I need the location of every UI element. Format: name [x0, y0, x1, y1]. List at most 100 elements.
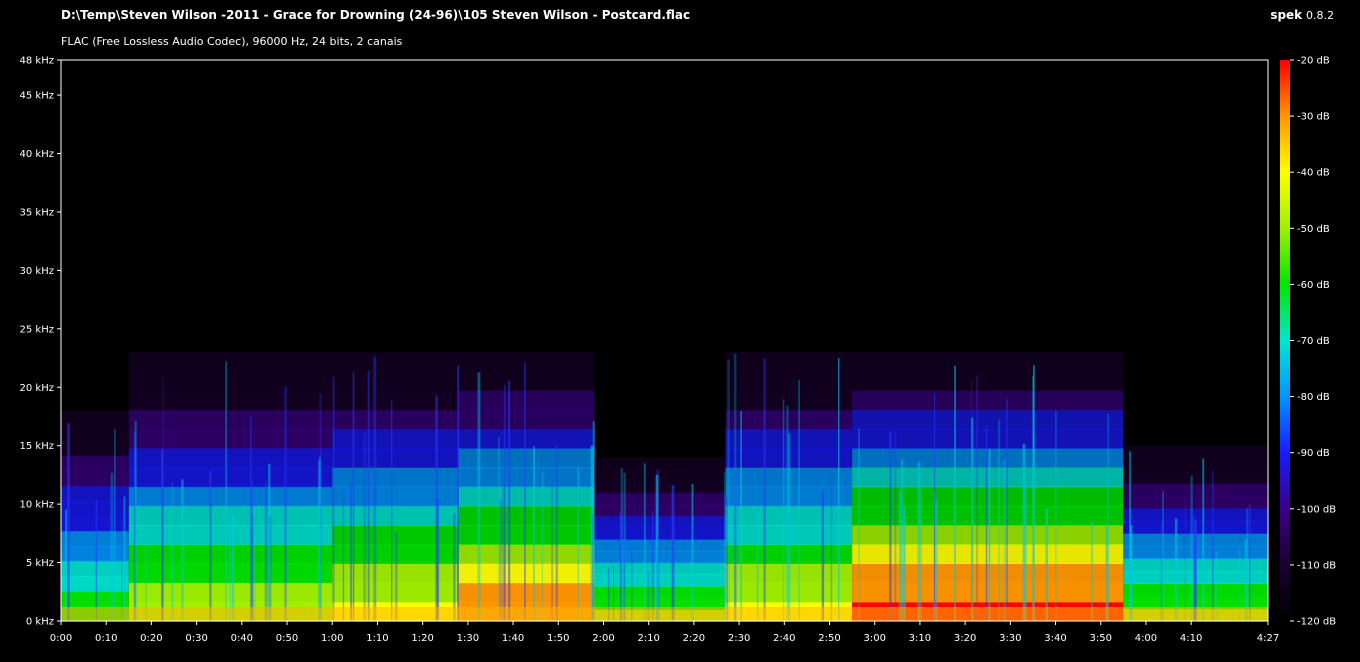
spectrogram-band: [128, 409, 333, 430]
x-tick-label: 1:40: [502, 633, 524, 644]
spectrogram-band: [61, 410, 129, 427]
spectrogram-streak: [985, 426, 988, 621]
spectrogram-band: [852, 409, 1124, 430]
spectrogram-streak: [1107, 413, 1109, 621]
spectrogram-streak: [1024, 486, 1028, 621]
y-tick-label: 20 kHz: [20, 383, 54, 394]
spectrogram-streak: [555, 445, 558, 621]
spectrogram-band: [594, 492, 726, 505]
x-tick-label: 1:30: [457, 633, 479, 644]
spectrogram-streak: [110, 473, 114, 621]
spectrogram-streak: [268, 516, 272, 621]
spectrogram-band: [852, 467, 1124, 488]
spectrogram-streak: [350, 483, 352, 621]
spectrogram-streak: [1193, 516, 1196, 621]
x-tick-label: 3:50: [1090, 633, 1112, 644]
spectrogram-streak: [508, 380, 511, 621]
spectrogram-streak: [671, 485, 675, 621]
spectrogram-streak: [1129, 451, 1131, 621]
spectrogram-streak: [1033, 365, 1035, 621]
spectrogram-streak: [181, 479, 184, 621]
spectrogram-streak: [1162, 491, 1164, 621]
spectrogram-streak: [1249, 504, 1251, 621]
spectrogram-band: [852, 486, 1124, 507]
spectrogram-streak: [435, 395, 438, 621]
spectrogram-streak: [123, 496, 126, 621]
spectrogram-band: [1123, 445, 1268, 459]
spectrogram-streak: [917, 462, 921, 621]
y-tick-label: 40 kHz: [20, 149, 54, 160]
spectrogram-streak: [821, 490, 825, 621]
x-tick-label: 1:00: [321, 633, 343, 644]
spectrogram-band: [594, 539, 726, 552]
colorbar-tick-label: -50 dB: [1297, 224, 1330, 235]
spectrogram-band: [852, 505, 1124, 526]
y-tick-label: 5 kHz: [26, 558, 54, 569]
spectrogram-streak: [954, 365, 956, 621]
spectrogram-streak: [171, 482, 173, 621]
x-tick-label: 4:27: [1257, 633, 1279, 644]
spectrogram-streak: [935, 499, 938, 621]
spectrogram-streak: [1055, 410, 1057, 621]
spectrogram-band: [852, 525, 1124, 545]
spectrogram-streak: [976, 374, 978, 621]
spectrogram-band: [594, 469, 726, 482]
spectrogram-streak: [740, 411, 742, 621]
spectrogram-streak: [1006, 398, 1008, 621]
x-tick-label: 4:00: [1135, 633, 1157, 644]
spectrogram-streak: [121, 520, 123, 621]
spectrogram-streak: [95, 499, 98, 621]
x-tick-label: 0:50: [276, 633, 298, 644]
spectrogram-band: [594, 457, 726, 470]
spectrogram-streak: [317, 460, 321, 621]
spectrogram-band: [594, 480, 726, 494]
x-tick-label: 0:20: [140, 633, 162, 644]
y-tick-label: 0 kHz: [26, 617, 54, 628]
spectrogram-streak: [373, 356, 377, 621]
spectrogram-streak: [391, 400, 393, 621]
y-tick-label: 45 kHz: [20, 91, 54, 102]
low-frequency-band: [61, 606, 1268, 621]
spectrogram-band: [128, 390, 333, 411]
spectrogram-band: [61, 575, 129, 592]
spectrogram-streak: [284, 386, 287, 621]
spectrogram-band: [594, 550, 726, 564]
colorbar-tick-label: -20 dB: [1297, 56, 1330, 67]
spectrogram-streak: [889, 431, 892, 621]
spectrogram-streak: [787, 433, 791, 621]
x-tick-label: 1:20: [411, 633, 433, 644]
spectrogram-streak: [65, 509, 67, 621]
spectrogram-band: [332, 371, 459, 392]
spectrogram-streak: [251, 514, 254, 621]
x-tick-label: 1:10: [366, 633, 388, 644]
spectrogram-band: [332, 352, 459, 372]
spectrogram-streak: [920, 489, 922, 621]
spectrogram-band: [852, 448, 1124, 468]
spectrogram-band: [852, 352, 1124, 372]
spectrogram-band: [332, 448, 459, 468]
x-tick-label: 3:40: [1044, 633, 1066, 644]
spectrogram-streak: [342, 490, 345, 621]
spectrogram-band: [61, 455, 129, 472]
spectrogram-streak: [161, 449, 164, 621]
spectrogram-streak: [1184, 500, 1186, 621]
spectrogram-band: [725, 409, 853, 430]
colorbar-tick-label: -100 dB: [1297, 504, 1336, 515]
spectrogram-streak: [232, 514, 235, 621]
spectrogram-streak: [782, 399, 785, 621]
spectrogram-streak: [798, 380, 800, 621]
spectrogram-streak: [363, 432, 367, 621]
spectrogram-band: [61, 530, 129, 547]
spectrogram-band: [332, 409, 459, 430]
spectrogram-streak: [756, 512, 759, 621]
spectrogram-streak: [477, 372, 481, 621]
x-tick-label: 2:00: [592, 633, 614, 644]
spectrogram-band: [594, 515, 726, 529]
spectrogram-band: [1123, 470, 1268, 484]
spectrogram-streak: [1003, 459, 1006, 621]
spectrogram-streak: [724, 472, 726, 621]
spectrogram-band: [61, 545, 129, 562]
spectrogram-streak: [934, 393, 936, 621]
spectrogram-streak: [988, 449, 991, 621]
spectrogram-band: [61, 500, 129, 517]
